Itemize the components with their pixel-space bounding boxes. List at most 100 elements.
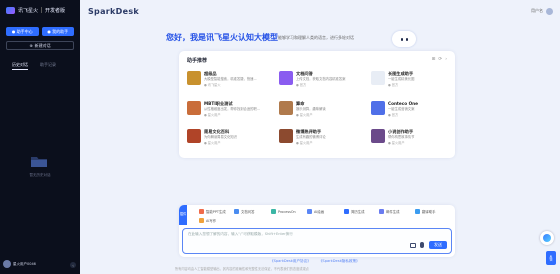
assistant-name: 周易文化百科 bbox=[204, 129, 230, 134]
assistant-item[interactable]: 微博热评助手 生成有趣的微博评论 ● 星火用户 bbox=[279, 129, 359, 153]
tab-assistant-records[interactable]: 助手记录 bbox=[40, 62, 56, 70]
plugin-icon bbox=[344, 209, 349, 214]
assistant-desc: 为你解读周易文化知识 bbox=[204, 135, 237, 139]
plugin-name: 简历生成 bbox=[351, 210, 365, 214]
assistant-item[interactable]: 超级品 大模型智能搜索，精准答疑，快速... ● 讯飞星火 bbox=[187, 71, 267, 95]
assistant-thumbnail bbox=[279, 101, 293, 115]
assistant-author: ● 星火用户 bbox=[204, 113, 221, 117]
plugin-item[interactable]: 简历生成 bbox=[344, 209, 365, 214]
grid-icon[interactable]: ⊞ bbox=[432, 57, 436, 62]
assistant-thumbnail bbox=[279, 71, 293, 85]
assistant-author: ● 星火用户 bbox=[296, 141, 313, 145]
assistant-desc: 上传文档，获取文档内容精准答案 bbox=[296, 77, 346, 81]
assistant-thumbnail bbox=[187, 101, 201, 115]
sidebar: 讯飞星火 开发者版 ● 助手中心 ● 我的助手 ⊕ 新建对话 历史对话 助手记录… bbox=[0, 0, 80, 274]
assistant-desc: 生成有趣的微博评论 bbox=[296, 135, 326, 139]
assistant-thumbnail bbox=[371, 101, 385, 115]
plugin-item[interactable]: 智能PPT生成 bbox=[199, 209, 226, 214]
assistant-center-button[interactable]: ● 助手中心 bbox=[6, 27, 39, 36]
assistant-desc: 帮你构思故事情节 bbox=[388, 135, 415, 139]
plugin-icon bbox=[379, 209, 384, 214]
assistant-name: 文档问答 bbox=[296, 71, 313, 76]
assistant-thumbnail bbox=[187, 129, 201, 143]
user-menu[interactable]: 用户名 bbox=[531, 7, 553, 15]
assistant-desc: 一键生成精美长图 bbox=[388, 77, 415, 81]
assistant-item[interactable]: 周易文化百科 为你解读周易文化知识 ● 星火用户 bbox=[187, 129, 267, 153]
empty-history-text: 暂无历史对话 bbox=[29, 173, 51, 177]
refresh-icon[interactable]: ⟳ bbox=[438, 57, 442, 62]
plugin-item[interactable]: AI绘画 bbox=[307, 209, 324, 214]
assistant-author: ● 官方 bbox=[388, 113, 399, 117]
plugin-label: 插件 bbox=[179, 205, 187, 225]
assistant-item[interactable]: MBTI职业测试 从性格维度出发，帮你找到合适的职... ● 星火用户 bbox=[187, 101, 267, 125]
plus-icon: ⊕ bbox=[29, 43, 33, 48]
plugin-name: AI绘画 bbox=[314, 210, 325, 214]
plugin-name: 文档问答 bbox=[241, 210, 255, 214]
plugin-icon bbox=[199, 218, 204, 223]
logo-subtext: 开发者版 bbox=[45, 7, 66, 14]
assistant-name: Conteco One bbox=[388, 101, 418, 106]
assistant-item[interactable]: Conteco One 一键生成营销文案 ● 官方 bbox=[371, 101, 451, 125]
user-avatar-icon bbox=[546, 7, 553, 15]
empty-folder-icon bbox=[31, 157, 47, 167]
plugin-item[interactable]: AI写作 bbox=[199, 218, 216, 223]
disclaimer-text: 所有内容均由人工智能模型输出，其内容的准确性和完整性无法保证，不代表我们的态度或… bbox=[175, 267, 309, 271]
my-assistant-button[interactable]: ● 我的助手 bbox=[41, 27, 74, 36]
user-name: 星火用户0046 bbox=[13, 261, 36, 266]
user-profile[interactable]: 星火用户0046 bbox=[3, 260, 36, 268]
user-label: 用户名 bbox=[531, 8, 543, 13]
plugin-icon bbox=[234, 209, 239, 214]
assistant-name: MBTI职业测试 bbox=[204, 101, 233, 106]
plugin-icon bbox=[415, 209, 420, 214]
assistant-item[interactable]: 长图生成助手 一键生成精美长图 ● 官方 bbox=[371, 71, 451, 95]
assistant-desc: 一键生成营销文案 bbox=[388, 107, 415, 111]
new-chat-button[interactable]: ⊕ 新建对话 bbox=[6, 41, 74, 50]
assistant-desc: 大模型智能搜索，精准答疑，快速... bbox=[204, 77, 257, 81]
assistant-thumbnail bbox=[187, 71, 201, 85]
plugin-icon bbox=[271, 209, 276, 214]
topbar: SparkDesk 用户名 bbox=[80, 0, 560, 22]
assistant-author: ● 讯飞星火 bbox=[204, 83, 221, 87]
plugin-item[interactable]: 邮件生成 bbox=[379, 209, 400, 214]
logo[interactable]: 讯飞星火 开发者版 bbox=[6, 4, 65, 16]
assistant-item[interactable]: 小说创作助手 帮你构思故事情节 ● 星火用户 bbox=[371, 129, 451, 153]
plugin-name: AI写作 bbox=[206, 219, 217, 223]
prompt-placeholder: 在此输入您想了解的内容，输入“/”可获取模版，Shift+Enter换行 bbox=[188, 232, 293, 236]
assistant-name: 小说创作助手 bbox=[388, 129, 414, 134]
prompt-input[interactable]: 在此输入您想了解的内容，输入“/”可获取模版，Shift+Enter换行 发送 bbox=[182, 228, 452, 254]
chevron-right-icon[interactable]: › bbox=[445, 57, 447, 62]
tab-history[interactable]: 历史对话 bbox=[12, 62, 28, 70]
image-upload-icon[interactable] bbox=[410, 243, 416, 248]
chat-input-panel: 插件 智能PPT生成 文档问答 ProcessOn AI绘画 简历生成 邮件生成 翻译助手 A… bbox=[179, 205, 455, 257]
help-widget-icon[interactable] bbox=[540, 231, 554, 245]
assistant-thumbnail bbox=[371, 129, 385, 143]
privacy-policy-link[interactable]: 《SparkDesk隐私政策》 bbox=[319, 259, 360, 264]
plugin-name: 翻译助手 bbox=[422, 210, 436, 214]
assistant-name: 长图生成助手 bbox=[388, 71, 414, 76]
plugin-item[interactable]: ProcessOn bbox=[271, 209, 296, 214]
assistant-author: ● 星火用户 bbox=[388, 141, 405, 145]
plugin-icon bbox=[307, 209, 312, 214]
new-chat-label: 新建对话 bbox=[34, 42, 51, 48]
robot-mascot-icon bbox=[392, 31, 416, 47]
plugin-item[interactable]: 翻译助手 bbox=[415, 209, 436, 214]
plugin-name: ProcessOn bbox=[278, 209, 296, 214]
plugin-item[interactable]: 文档问答 bbox=[234, 209, 255, 214]
feedback-tab[interactable]: 反馈 bbox=[546, 251, 556, 265]
collapse-sidebar-button[interactable]: ‹ bbox=[70, 262, 76, 268]
assistant-thumbnail bbox=[371, 71, 385, 85]
send-button[interactable]: 发送 bbox=[429, 241, 447, 249]
microphone-icon[interactable] bbox=[420, 242, 424, 248]
logo-divider bbox=[41, 7, 43, 13]
user-agreement-link[interactable]: 《SparkDesk用户协议》 bbox=[270, 259, 311, 264]
assistant-item[interactable]: 文档问答 上传文档，获取文档内容精准答案 ● 官方 bbox=[279, 71, 359, 95]
assistant-thumbnail bbox=[279, 129, 293, 143]
assistant-item[interactable]: 算命 娱乐测算，趣味解读 ● 星火用户 bbox=[279, 101, 359, 125]
assistant-name: 算命 bbox=[296, 101, 305, 106]
card-heading: 助手推荐 bbox=[187, 58, 208, 64]
assistant-desc: 娱乐测算，趣味解读 bbox=[296, 107, 326, 111]
plugin-icon bbox=[199, 209, 204, 214]
assistant-author: ● 官方 bbox=[388, 83, 399, 87]
avatar bbox=[3, 260, 11, 268]
plugin-name: 邮件生成 bbox=[386, 210, 400, 214]
